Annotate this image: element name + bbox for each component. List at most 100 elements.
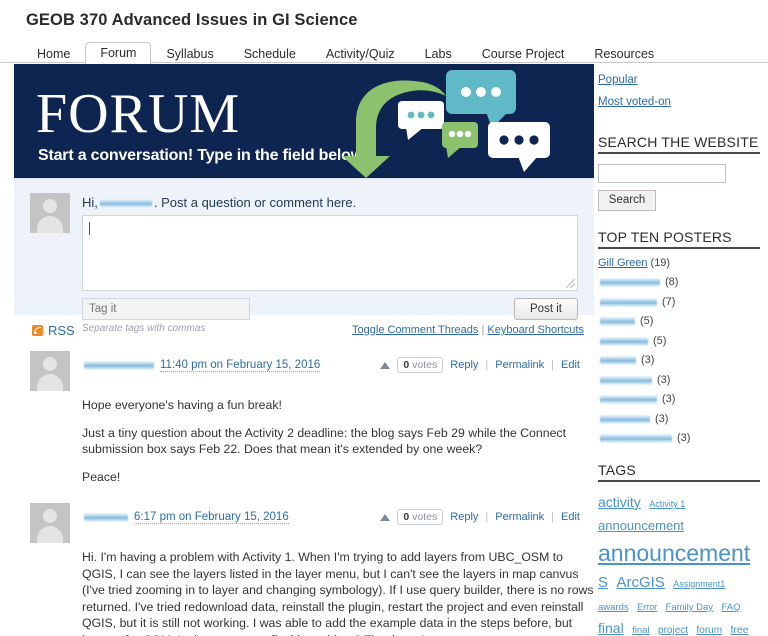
toggle-comment-threads-link[interactable]: Toggle Comment Threads [352,324,478,336]
search-button[interactable]: Search [598,189,656,211]
top-poster-count: (3) [677,432,691,444]
tag-cloud: activity Activity 1 announcement announc… [598,491,760,636]
permalink-link[interactable]: Permalink [495,359,544,371]
post-paragraph: Peace! [82,469,121,484]
greeting-prefix: Hi, [82,195,98,210]
post-timestamp-link[interactable]: 6:17 pm on February 15, 2016 [134,511,289,524]
tag-link[interactable]: project [658,625,688,636]
top-poster-row: (3) [598,412,760,425]
new-post-form: Hi,. Post a question or comment here. Se… [14,178,594,334]
page-title: GEOB 370 Advanced Issues in GI Science [26,11,358,29]
vote-count-badge: 0 votes [397,509,444,525]
tag-link[interactable]: Family Day [666,602,714,613]
redacted-poster-name [600,434,672,443]
sidebar-link-most-voted-on[interactable]: Most voted-on [598,96,760,108]
top-poster-row: Gill Green (19) [598,256,760,269]
upvote-arrow-icon[interactable] [380,361,391,369]
tag-link[interactable]: announcement [598,540,750,566]
action-separator: | [551,511,555,523]
action-separator: | [485,359,489,371]
tag-link[interactable]: ArcGIS [616,574,664,591]
top-poster-count: (5) [640,315,654,327]
reply-link[interactable]: Reply [450,359,478,371]
sidebar-link-popular[interactable]: Popular [598,74,760,86]
post-timestamp-link[interactable]: 11:40 pm on February 15, 2016 [160,359,321,372]
top-poster-count: (7) [662,295,676,308]
edit-link[interactable]: Edit [561,511,580,523]
redacted-poster-name [600,356,636,365]
rss-label: RSS [48,323,75,338]
tag-link[interactable]: Assignment1 [673,579,725,589]
nav-item-list: Home Forum Syllabus Schedule Activity/Quiz La… [22,42,669,65]
rss-icon [32,325,43,336]
search-input[interactable] [598,163,726,183]
top-poster-row: (5) [598,316,760,327]
search-heading: SEARCH THE WEBSITE [598,134,760,154]
post-actions: 0 votes Reply | Permalink | Edit [380,509,580,525]
top-poster-count: (3) [655,412,669,425]
tag-link[interactable]: activity [598,494,641,510]
forum-post: 6:17 pm on February 15, 2016 0 votes Reply… [14,495,594,636]
tag-link[interactable]: Activity 1 [649,499,685,509]
post-meta: 6:17 pm on February 15, 2016 0 votes Reply… [82,503,584,525]
vote-count-badge: 0 votes [397,357,444,373]
top-poster-count: (3) [641,354,655,366]
redacted-poster-name [600,414,650,424]
action-separator: | [485,511,489,523]
nav-item-forum[interactable]: Forum [85,42,152,65]
top-poster-count: (3) [662,393,676,405]
top-poster-row: (3) [598,373,760,386]
post-paragraph: Hi. I'm having a problem with Activity 1… [82,550,594,636]
tools-separator: | [481,324,485,336]
top-poster-row: (5) [598,334,760,347]
avatar [30,503,70,543]
speech-bubbles-illustration [342,70,550,178]
forum-toolbar: RSS Toggle Comment Threads | Keyboard Sh… [14,315,594,343]
top-poster-count: (3) [657,373,671,386]
post-header: 11:40 pm on February 15, 2016 0 votes Repl… [30,351,584,391]
tag-link[interactable]: final [598,620,624,636]
tag-link[interactable]: forum [697,625,723,636]
main-navigation: Home Forum Syllabus Schedule Activity/Quiz La… [0,42,768,65]
permalink-link[interactable]: Permalink [495,511,544,523]
keyboard-shortcuts-link[interactable]: Keyboard Shortcuts [487,324,584,336]
upvote-arrow-icon[interactable] [380,513,391,521]
avatar [30,193,70,233]
top-poster-count: (19) [650,256,671,269]
action-separator: | [551,359,555,371]
top-poster-link[interactable]: Gill Green [598,257,648,269]
post-actions: 0 votes Reply | Permalink | Edit [380,357,580,373]
post-list: 11:40 pm on February 15, 2016 0 votes Repl… [14,343,594,636]
post-textarea[interactable] [82,215,578,291]
thread-tools: Toggle Comment Threads | Keyboard Shortc… [352,324,584,336]
nav-item-schedule[interactable]: Schedule [229,43,311,65]
greeting-suffix: . Post a question or comment here. [153,195,357,210]
top-poster-row: (3) [598,433,760,444]
edit-link[interactable]: Edit [561,359,580,371]
nav-item-home[interactable]: Home [22,43,85,65]
tag-link[interactable]: Error [637,602,657,612]
forum-post: 11:40 pm on February 15, 2016 0 votes Repl… [14,343,594,495]
text-caret [89,222,90,235]
tag-link[interactable]: FAQ [722,602,741,613]
nav-item-resources[interactable]: Resources [579,43,669,65]
nav-item-syllabus[interactable]: Syllabus [151,43,228,65]
tag-link[interactable]: S [598,574,608,591]
top-posters-list: Gill Green (19) (8) (7) (5) (5) (3) (3) (3) (3) (3… [598,256,760,445]
redacted-poster-name [600,278,660,287]
reply-link[interactable]: Reply [450,511,478,523]
nav-item-labs[interactable]: Labs [410,43,467,65]
tag-link[interactable]: announcement [598,518,684,533]
top-poster-count: (8) [665,276,679,288]
redacted-poster-name [600,297,657,307]
redacted-author-name [84,361,154,370]
tag-link[interactable]: awards [598,602,629,613]
tag-link[interactable]: free [731,624,749,636]
tag-link[interactable]: final [632,625,649,636]
resize-handle-icon[interactable] [566,279,575,288]
top-poster-count: (5) [653,334,667,347]
nav-item-activity-quiz[interactable]: Activity/Quiz [311,43,410,65]
rss-link[interactable]: RSS [32,323,75,338]
nav-item-course-project[interactable]: Course Project [467,43,580,65]
forum-page: GEOB 370 Advanced Issues in GI Science H… [0,0,768,636]
